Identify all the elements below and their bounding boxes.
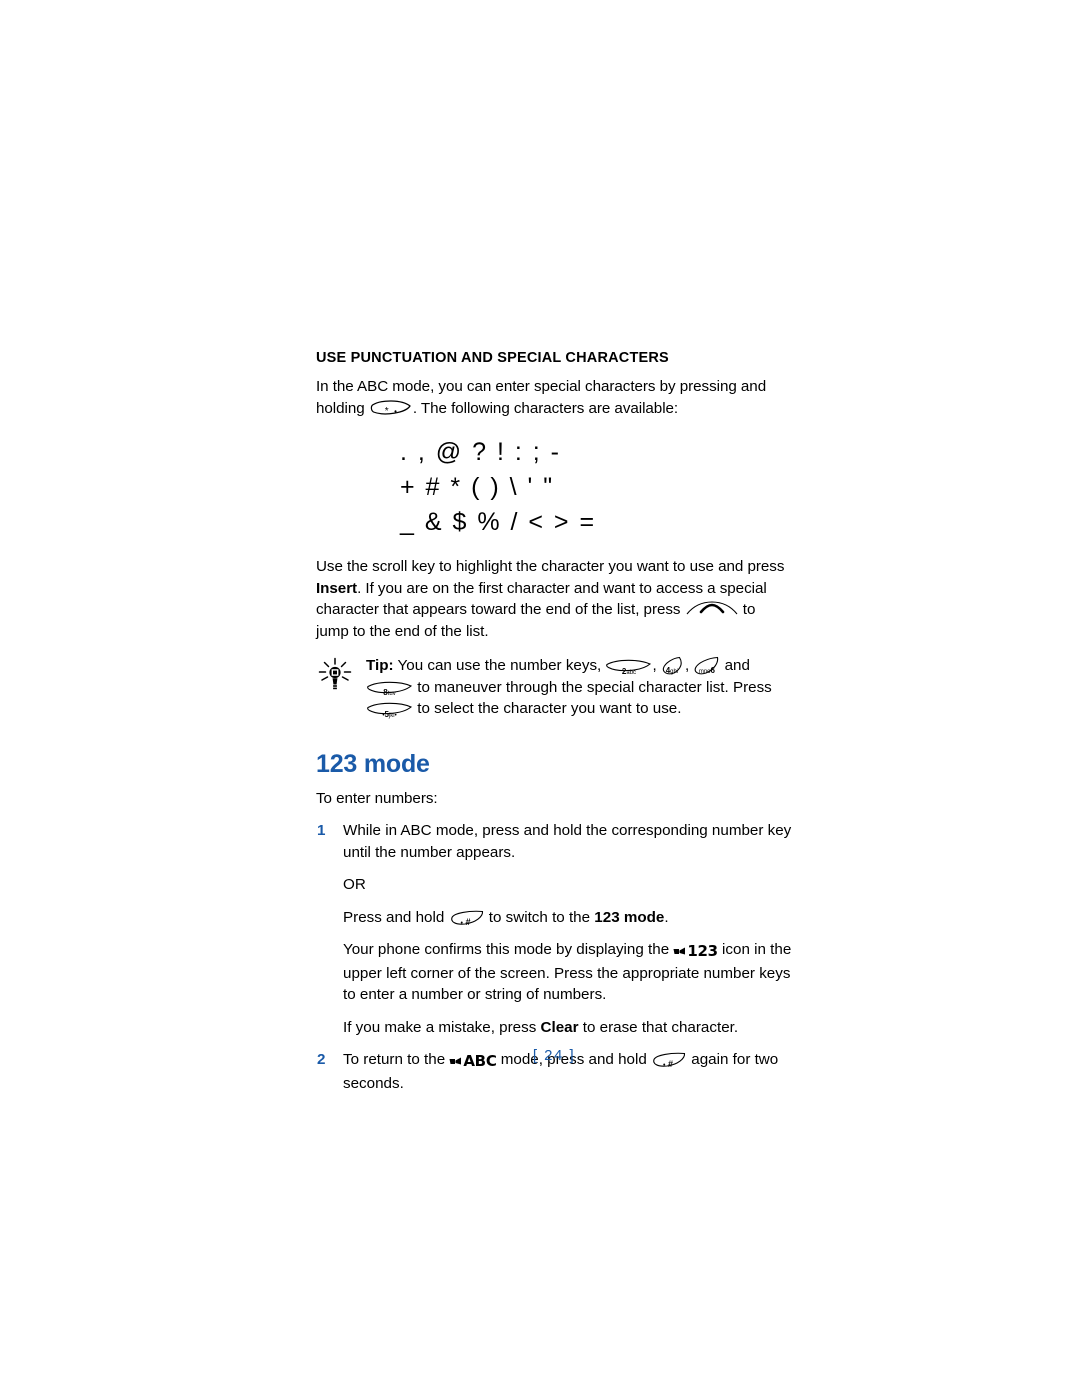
mistake-part2: to erase that character. (578, 1018, 739, 1036)
tip-text-part4: and (720, 657, 750, 675)
confirm-paragraph: Your phone confirms this mode by display… (343, 939, 792, 1006)
intro-paragraph: In the ABC mode, you can enter special c… (316, 376, 792, 419)
mode-123-bold-label: 123 mode (594, 908, 665, 926)
list-item-text: While in ABC mode, press and hold the co… (343, 822, 792, 861)
list-item: 1 While in ABC mode, press and hold the … (316, 820, 792, 863)
mode-123-heading: 123 mode (316, 749, 430, 778)
page-number: [ 24 ] (532, 1047, 576, 1064)
tip-text-part1: You can use the number keys, (393, 657, 606, 675)
mistake-paragraph: If you make a mistake, press Clear to er… (343, 1017, 792, 1039)
key-2abc-icon: 2abc (605, 658, 652, 676)
lightbulb-icon (318, 657, 352, 691)
confirm-part1: Your phone confirms this mode by display… (343, 941, 674, 959)
tip-text-part3: , (684, 657, 694, 675)
section-heading: USE PUNCTUATION AND SPECIAL CHARACTERS (316, 350, 669, 366)
press-hold-part3: . (664, 908, 669, 926)
tip-box: Tip: You can use the number keys, 2abc ,… (316, 655, 792, 720)
mistake-block: If you make a mistake, press Clear to er… (316, 1017, 792, 1039)
tip-text-part6: to select the character you want to use. (413, 700, 682, 718)
key-5jkl-icon: •5jkl• (366, 701, 413, 719)
scroll-up-key-icon (685, 601, 739, 617)
document-page-content: USE PUNCTUATION AND SPECIAL CHARACTERS I… (316, 350, 792, 1094)
list-item-number: 1 (317, 822, 326, 840)
special-characters-row-2: + # * ( ) \ ' " (400, 473, 555, 502)
scroll-key-paragraph: Use the scroll key to highlight the char… (316, 556, 792, 642)
clear-bold-label: Clear (540, 1018, 579, 1036)
insert-bold-label: Insert (316, 579, 358, 597)
press-hold-paragraph: Press and hold • # to switch to the 123 … (343, 907, 792, 929)
star-key-icon: * • (369, 400, 413, 417)
intro-text-part2: . The following characters are available… (412, 399, 679, 417)
screen-icon-123-label: 123 (687, 942, 718, 961)
scroll-text-part1: Use the scroll key to highlight the char… (316, 558, 785, 576)
antenna-wing-icon (673, 942, 686, 955)
or-block: OR (316, 874, 792, 896)
press-hold-part2: to switch to the (484, 908, 595, 926)
special-characters-row-1: . , @ ? ! : ; - (400, 438, 561, 467)
key-4ghi-icon: 4ghi (661, 656, 685, 675)
tip-paragraph: Tip: You can use the number keys, 2abc ,… (366, 655, 792, 720)
tip-label: Tip: (366, 657, 394, 675)
mode-123-lead: To enter numbers: (316, 789, 438, 807)
confirm-block: Your phone confirms this mode by display… (316, 939, 792, 1006)
mistake-part1: If you make a mistake, press (343, 1018, 541, 1036)
press-hold-part1: Press and hold (343, 908, 449, 926)
or-label: OR (343, 876, 366, 894)
special-characters-row-3: _ & $ % / < > = (400, 508, 597, 537)
key-6mno-icon: mno6 (693, 656, 720, 675)
hash-key-icon: • # (449, 909, 485, 927)
press-hold-block: Press and hold • # to switch to the 123 … (316, 907, 792, 929)
screen-icon-123: 123 (673, 941, 718, 963)
key-8tuv-icon: 8tuv (366, 680, 413, 697)
special-characters-block: . , @ ? ! : ; - + # * ( ) \ ' " _ & $ % … (316, 435, 792, 540)
